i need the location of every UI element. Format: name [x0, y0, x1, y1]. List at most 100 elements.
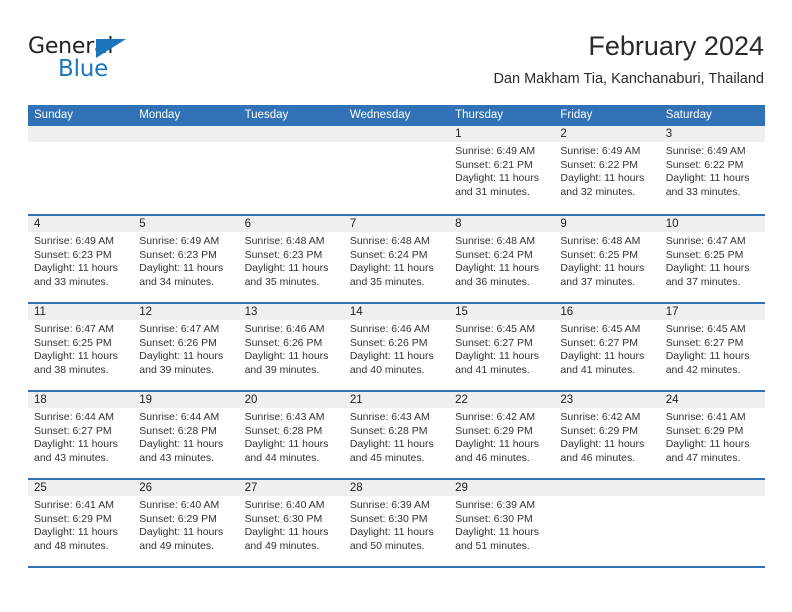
day-cell-4[interactable]: 4 Sunrise: 6:49 AM Sunset: 6:23 PM Daylight… — [28, 216, 134, 302]
day-detail-line: Daylight: 11 hours — [455, 350, 539, 363]
weekday-header-row: Sunday Monday Tuesday Wednesday Thursday Frid… — [28, 105, 765, 126]
day-detail-line: Sunset: 6:28 PM — [349, 424, 428, 437]
day-number: 27 — [238, 480, 344, 496]
day-detail-line: Daylight: 11 hours — [244, 350, 329, 363]
day-details: Sunrise: 6:48 AM Sunset: 6:23 PM Daylight:… — [239, 232, 344, 289]
day-number: 10 — [659, 216, 765, 232]
day-detail-line: and 33 minutes. — [665, 185, 741, 198]
day-cell-14[interactable]: 14 Sunrise: 6:46 AM Sunset: 6:26 PM Dayligh… — [343, 304, 450, 390]
day-detail-line: Sunrise: 6:49 AM — [455, 145, 536, 157]
day-cell-21[interactable]: 21 Sunrise: 6:43 AM Sunset: 6:28 PM Dayligh… — [343, 392, 450, 478]
day-detail-line: Sunset: 6:30 PM — [244, 512, 323, 525]
day-number: 3 — [659, 126, 765, 142]
day-cell-8[interactable]: 8 Sunrise: 6:48 AM Sunset: 6:24 PM Daylight… — [449, 216, 555, 302]
day-details: Sunrise: 6:47 AM Sunset: 6:26 PM Daylight:… — [133, 320, 238, 377]
day-detail-line: and 51 minutes. — [455, 539, 530, 552]
day-details: Sunrise: 6:43 AM Sunset: 6:28 PM Daylight:… — [344, 408, 449, 465]
day-detail-line: Sunset: 6:30 PM — [349, 512, 428, 525]
day-detail-line: Daylight: 11 hours — [34, 438, 118, 451]
day-details: Sunrise: 6:49 AM Sunset: 6:23 PM Daylight:… — [133, 232, 238, 289]
day-detail-line: and 31 minutes. — [455, 185, 530, 198]
day-detail-line: and 37 minutes. — [665, 275, 741, 288]
day-detail-line: Sunset: 6:29 PM — [560, 424, 639, 437]
day-details: Sunrise: 6:40 AM Sunset: 6:30 PM Daylight:… — [239, 496, 344, 553]
day-cell-1[interactable]: 1 Sunrise: 6:49 AM Sunset: 6:21 PM Daylight… — [449, 126, 555, 214]
day-cell-22[interactable]: 22 Sunrise: 6:42 AM Sunset: 6:29 PM Dayligh… — [449, 392, 555, 478]
day-number: 2 — [554, 126, 660, 142]
day-cell-11[interactable]: 11 Sunrise: 6:47 AM Sunset: 6:25 PM Dayligh… — [28, 304, 134, 390]
day-cell-13[interactable]: 13 Sunrise: 6:46 AM Sunset: 6:26 PM Dayligh… — [238, 304, 344, 390]
day-details: Sunrise: 6:41 AM Sunset: 6:29 PM Daylight:… — [660, 408, 765, 465]
day-detail-line: Sunset: 6:30 PM — [455, 512, 533, 525]
day-detail-line: and 37 minutes. — [560, 275, 636, 288]
general-blue-logo[interactable]: General Blue — [28, 34, 228, 90]
day-details: Sunrise: 6:44 AM Sunset: 6:28 PM Daylight:… — [133, 408, 238, 465]
day-cell-3[interactable]: 3 Sunrise: 6:49 AM Sunset: 6:22 PM Daylight… — [659, 126, 765, 214]
day-cell-26[interactable]: 26 Sunrise: 6:40 AM Sunset: 6:29 PM Dayligh… — [133, 480, 239, 566]
day-detail-line: Daylight: 11 hours — [455, 526, 539, 539]
day-detail-line: Sunrise: 6:48 AM — [560, 235, 641, 247]
day-cell-9[interactable]: 9 Sunrise: 6:48 AM Sunset: 6:25 PM Daylight… — [554, 216, 660, 302]
day-detail-line: Sunset: 6:25 PM — [34, 336, 112, 349]
day-number: 16 — [554, 304, 660, 320]
day-number: 6 — [238, 216, 344, 232]
day-detail-line: Daylight: 11 hours — [665, 262, 750, 275]
day-detail-line: Sunset: 6:23 PM — [139, 248, 217, 261]
day-detail-line: and 38 minutes. — [34, 363, 109, 376]
day-cell-5[interactable]: 5 Sunrise: 6:49 AM Sunset: 6:23 PM Daylight… — [133, 216, 239, 302]
day-detail-line: Sunrise: 6:49 AM — [560, 145, 641, 157]
day-cell-28[interactable]: 28 Sunrise: 6:39 AM Sunset: 6:30 PM Dayligh… — [343, 480, 450, 566]
day-detail-line: Sunrise: 6:40 AM — [139, 499, 220, 511]
day-cell-23[interactable]: 23 Sunrise: 6:42 AM Sunset: 6:29 PM Dayligh… — [554, 392, 660, 478]
day-details: Sunrise: 6:45 AM Sunset: 6:27 PM Daylight:… — [449, 320, 554, 377]
day-detail-line: Sunset: 6:22 PM — [560, 158, 639, 171]
day-number — [554, 480, 660, 496]
day-number: 9 — [554, 216, 660, 232]
day-cell-16[interactable]: 16 Sunrise: 6:45 AM Sunset: 6:27 PM Dayligh… — [554, 304, 660, 390]
day-details — [28, 142, 133, 145]
day-detail-line: and 33 minutes. — [34, 275, 109, 288]
day-cell-24[interactable]: 24 Sunrise: 6:41 AM Sunset: 6:29 PM Dayligh… — [659, 392, 765, 478]
day-detail-line: and 48 minutes. — [34, 539, 109, 552]
day-detail-line: Daylight: 11 hours — [455, 172, 539, 185]
day-number: 20 — [238, 392, 344, 408]
day-cell-15[interactable]: 15 Sunrise: 6:45 AM Sunset: 6:27 PM Dayligh… — [449, 304, 555, 390]
weekday-header-friday: Friday — [560, 109, 593, 121]
day-cell-20[interactable]: 20 Sunrise: 6:43 AM Sunset: 6:28 PM Dayligh… — [238, 392, 344, 478]
day-number: 14 — [343, 304, 450, 320]
day-cell-empty — [28, 126, 134, 214]
day-number — [133, 126, 239, 142]
day-cell-2[interactable]: 2 Sunrise: 6:49 AM Sunset: 6:22 PM Daylight… — [554, 126, 660, 214]
day-detail-line: Sunrise: 6:45 AM — [665, 323, 746, 335]
day-details: Sunrise: 6:46 AM Sunset: 6:26 PM Daylight:… — [344, 320, 449, 377]
day-number: 22 — [449, 392, 555, 408]
day-number: 17 — [659, 304, 765, 320]
day-cell-25[interactable]: 25 Sunrise: 6:41 AM Sunset: 6:29 PM Dayligh… — [28, 480, 134, 566]
day-detail-line: and 43 minutes. — [34, 451, 109, 464]
day-detail-line: Daylight: 11 hours — [560, 262, 645, 275]
day-cell-7[interactable]: 7 Sunrise: 6:48 AM Sunset: 6:24 PM Daylight… — [343, 216, 450, 302]
day-detail-line: Daylight: 11 hours — [244, 262, 329, 275]
day-detail-line: and 39 minutes. — [139, 363, 214, 376]
day-cell-10[interactable]: 10 Sunrise: 6:47 AM Sunset: 6:25 PM Dayligh… — [659, 216, 765, 302]
day-cell-18[interactable]: 18 Sunrise: 6:44 AM Sunset: 6:27 PM Dayligh… — [28, 392, 134, 478]
day-cell-empty — [133, 126, 239, 214]
day-detail-line: and 50 minutes. — [349, 539, 425, 552]
weekday-header-monday: Monday — [139, 109, 181, 121]
day-cell-29[interactable]: 29 Sunrise: 6:39 AM Sunset: 6:30 PM Dayligh… — [449, 480, 555, 566]
day-detail-line: Sunrise: 6:39 AM — [349, 499, 430, 511]
day-detail-line: Sunset: 6:26 PM — [139, 336, 217, 349]
day-detail-line: and 43 minutes. — [139, 451, 214, 464]
day-details: Sunrise: 6:42 AM Sunset: 6:29 PM Daylight:… — [449, 408, 554, 465]
calendar-week-row: 1 Sunrise: 6:49 AM Sunset: 6:21 PM Daylight… — [28, 126, 765, 214]
day-detail-line: Sunset: 6:21 PM — [455, 158, 533, 171]
day-cell-12[interactable]: 12 Sunrise: 6:47 AM Sunset: 6:26 PM Dayligh… — [133, 304, 239, 390]
day-details: Sunrise: 6:45 AM Sunset: 6:27 PM Daylight:… — [554, 320, 659, 377]
day-cell-27[interactable]: 27 Sunrise: 6:40 AM Sunset: 6:30 PM Dayligh… — [238, 480, 344, 566]
day-cell-17[interactable]: 17 Sunrise: 6:45 AM Sunset: 6:27 PM Dayligh… — [659, 304, 765, 390]
day-cell-6[interactable]: 6 Sunrise: 6:48 AM Sunset: 6:23 PM Daylight… — [238, 216, 344, 302]
day-cell-19[interactable]: 19 Sunrise: 6:44 AM Sunset: 6:28 PM Dayligh… — [133, 392, 239, 478]
day-detail-line: Sunset: 6:29 PM — [455, 424, 533, 437]
day-number — [238, 126, 344, 142]
day-detail-line: Daylight: 11 hours — [34, 526, 118, 539]
